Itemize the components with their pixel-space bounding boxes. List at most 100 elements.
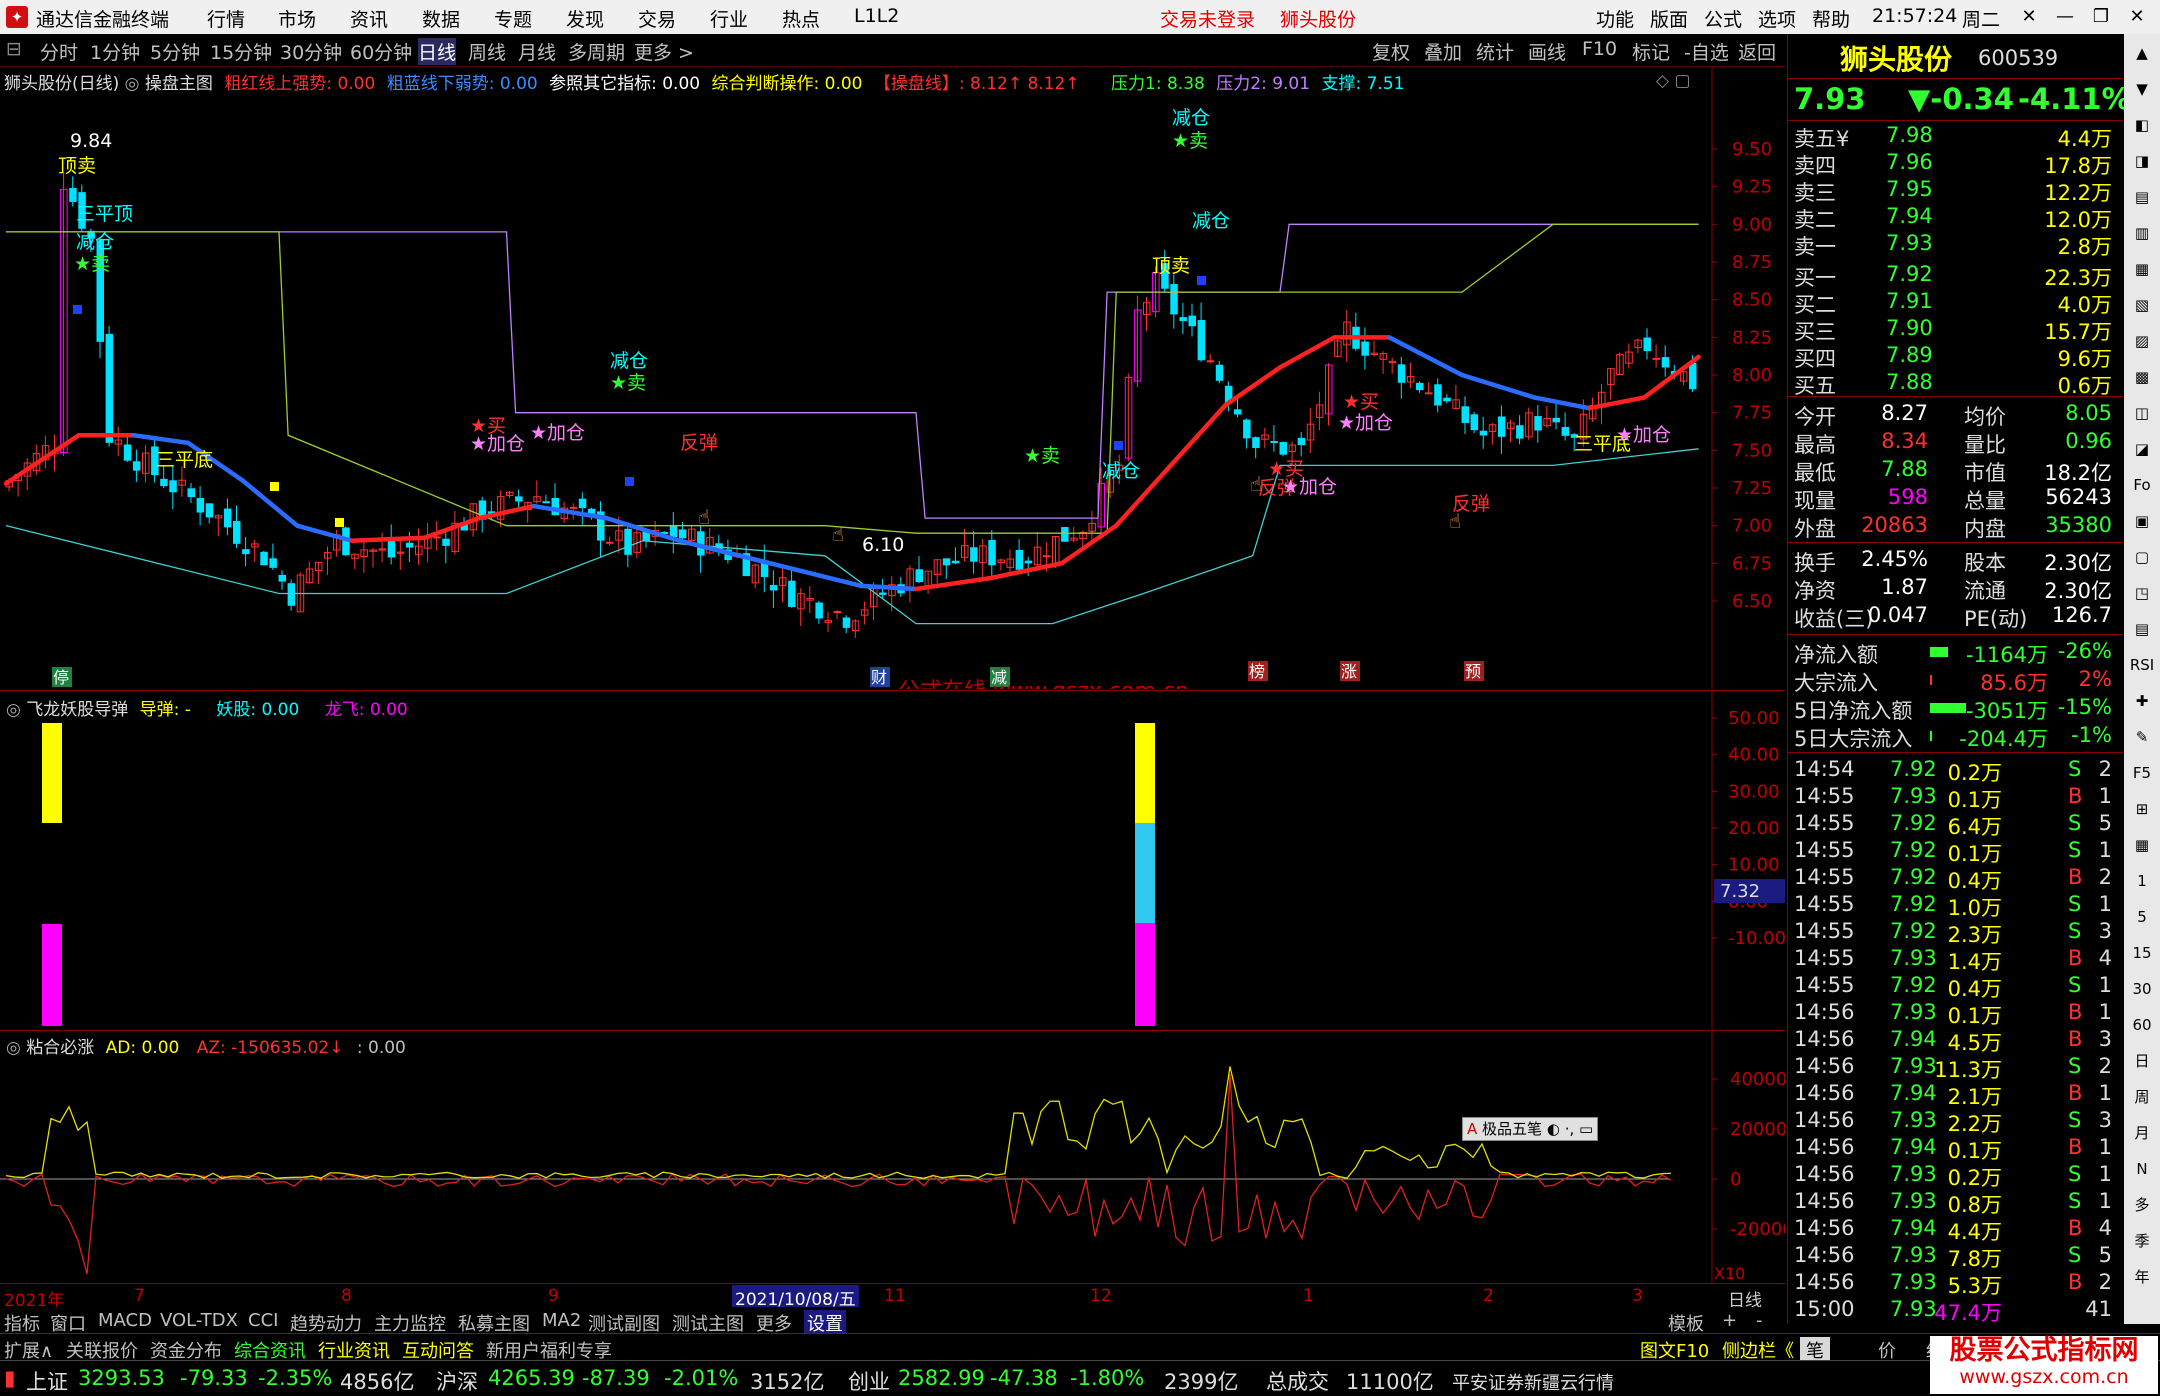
sidebar-tool-icon[interactable]: ▼ (2128, 76, 2156, 102)
sidebar-tool-icon[interactable]: ▣ (2128, 508, 2156, 534)
sidebar-tool-icon[interactable]: 多 (2128, 1192, 2156, 1218)
sidebar-tool-icon[interactable]: 1 (2128, 868, 2156, 894)
sidebar-tool-icon[interactable]: ▩ (2128, 364, 2156, 390)
sidebar-tool-icon[interactable]: ▤ (2128, 184, 2156, 210)
period-intraday[interactable]: 分时 (40, 38, 78, 65)
tab-ma2[interactable]: MA2 (542, 1310, 581, 1331)
tick-list[interactable]: 14:54 7.92 0.2万 S 2 14:55 7.93 0.1万 B 1 14:55 7.92 6… (1788, 752, 2123, 1325)
order-book-row[interactable]: 买三 7.90 15.7万 (1792, 316, 2118, 344)
tab-cci[interactable]: CCI (248, 1310, 278, 1331)
sidebar-tool-icon[interactable]: ✎ (2128, 724, 2156, 750)
menu-item-l1l2[interactable]: L1L2 (854, 5, 899, 27)
period-60min[interactable]: 60分钟 (350, 38, 412, 65)
menu-item-data[interactable]: 数据 (422, 5, 460, 32)
menu-item-hot[interactable]: 热点 (782, 5, 820, 32)
sidebar-tool-icon[interactable]: ▤ (2128, 616, 2156, 642)
order-book-row[interactable]: 买二 7.91 4.0万 (1792, 289, 2118, 317)
btn-draw[interactable]: 画线 (1528, 38, 1566, 65)
sidebar-tool-icon[interactable]: ▧ (2128, 292, 2156, 318)
sidebar-tool-icon[interactable]: ✚ (2128, 688, 2156, 714)
btn-back[interactable]: 返回 (1738, 38, 1776, 65)
sidebar-tool-icon[interactable]: ▨ (2128, 328, 2156, 354)
btn-f10[interactable]: F10 (1582, 38, 1617, 60)
period-more[interactable]: 更多 > (634, 38, 694, 65)
menu-item-options[interactable]: 选项 (1758, 5, 1796, 32)
order-book-row[interactable]: 卖三 7.95 12.2万 (1792, 177, 2118, 205)
sidebar-tool-icon[interactable]: 年 (2128, 1264, 2156, 1290)
ime-toolbar[interactable]: A 极品五笔 ◐ ·, ▭ (1462, 1117, 1599, 1141)
sidebar-tool-icon[interactable]: 60 (2128, 1012, 2156, 1038)
order-book-row[interactable]: 卖四 7.96 17.8万 (1792, 150, 2118, 178)
sidebar-tool-icon[interactable]: ◧ (2128, 112, 2156, 138)
order-book-row[interactable]: 卖二 7.94 12.0万 (1792, 204, 2118, 232)
order-book-row[interactable]: 卖一 7.93 2.8万 (1792, 231, 2118, 259)
menu-item-trade[interactable]: 交易 (638, 5, 676, 32)
tab-macd[interactable]: MACD (98, 1310, 152, 1331)
sidebar-tool-icon[interactable]: Fo (2128, 472, 2156, 498)
btn-mark[interactable]: 标记 (1632, 38, 1670, 65)
missile-indicator-chart[interactable]: ◎ 飞龙妖股导弹 导弹: - 妖股: 0.00 龙飞: 0.00 50.00 40… (0, 690, 1785, 1029)
menu-item-layout[interactable]: 版面 (1650, 5, 1688, 32)
period-daily[interactable]: 日线 (418, 38, 457, 65)
sidebar-tool-icon[interactable]: 周 (2128, 1084, 2156, 1110)
index-sz-label[interactable]: 沪深 (436, 1366, 478, 1396)
close-small-icon[interactable]: ✕ (2012, 4, 2046, 30)
ime-moon-icon[interactable]: ◐ ·, ▭ (1547, 1120, 1593, 1138)
period-15min[interactable]: 15分钟 (210, 38, 272, 65)
period-weekly[interactable]: 周线 (468, 38, 506, 65)
btn-overlay[interactable]: 叠加 (1424, 38, 1462, 65)
sidebar-tool-icon[interactable]: 季 (2128, 1228, 2156, 1254)
period-1min[interactable]: 1分钟 (90, 38, 140, 65)
sidebar-tool-icon[interactable]: ◫ (2128, 400, 2156, 426)
ime-name[interactable]: 极品五笔 (1482, 1120, 1542, 1138)
sidebar-tool-icon[interactable]: 15 (2128, 940, 2156, 966)
sidebar-tool-icon[interactable]: 日 (2128, 1048, 2156, 1074)
btn-adjust[interactable]: 复权 (1372, 38, 1410, 65)
sidebar-tool-icon[interactable]: ▥ (2128, 220, 2156, 246)
restore-icon[interactable]: ❐ (2084, 4, 2118, 30)
period-monthly[interactable]: 月线 (518, 38, 556, 65)
order-book-row[interactable]: 卖五¥ 7.98 4.4万 (1792, 123, 2118, 151)
ime-a-icon[interactable]: A (1467, 1120, 1477, 1138)
sidebar-tool-icon[interactable]: ▲ (2128, 40, 2156, 66)
order-book-row[interactable]: 买四 7.89 9.6万 (1792, 343, 2118, 371)
sidebar-tool-icon[interactable]: ▦ (2128, 832, 2156, 858)
order-book-row[interactable]: 买一 7.92 22.3万 (1792, 262, 2118, 290)
sidebar-tool-icon[interactable]: ◳ (2128, 580, 2156, 606)
sidebar-tool-icon[interactable]: F5 (2128, 760, 2156, 786)
period-5min[interactable]: 5分钟 (150, 38, 200, 65)
sidebar-tool-icon[interactable]: 5 (2128, 904, 2156, 930)
trade-login-status[interactable]: 交易未登录 (1160, 5, 1255, 32)
adhesion-indicator-chart[interactable]: ◎ 粘合必涨 AD: 0.00 AZ: -150635.02↓ : 0.00 4… (0, 1030, 1785, 1284)
period-multi[interactable]: 多周期 (568, 38, 625, 65)
menu-item-exchange[interactable]: 市场 (278, 5, 316, 32)
menu-item-formula[interactable]: 公式 (1704, 5, 1742, 32)
toolbar-collapse-icon[interactable]: ⊟ (6, 38, 22, 60)
sidebar-tool-icon[interactable]: 月 (2128, 1120, 2156, 1146)
quote-stock-name[interactable]: 狮头股份 (1840, 38, 1952, 78)
btn-stats[interactable]: 统计 (1476, 38, 1514, 65)
menu-item-topics[interactable]: 专题 (494, 5, 532, 32)
tab-vol-tdx[interactable]: VOL-TDX (160, 1310, 238, 1331)
period-30min[interactable]: 30分钟 (280, 38, 342, 65)
sidebar-tool-icon[interactable]: ▦ (2128, 256, 2156, 282)
sidebar-tool-icon[interactable]: 30 (2128, 976, 2156, 1002)
index-sh-label[interactable]: 上证 (26, 1366, 68, 1396)
index-cy-label[interactable]: 创业 (848, 1366, 890, 1396)
menu-item-market[interactable]: 行情 (207, 5, 245, 32)
sidebar-tool-icon[interactable]: N (2128, 1156, 2156, 1182)
minimize-icon[interactable]: — (2048, 4, 2082, 30)
tab-add[interactable]: + (1722, 1310, 1737, 1331)
sidebar-tool-icon[interactable]: ▢ (2128, 544, 2156, 570)
tab-remove[interactable]: - (1756, 1310, 1763, 1331)
menu-item-function[interactable]: 功能 (1596, 5, 1634, 32)
menu-item-discover[interactable]: 发现 (566, 5, 604, 32)
sidebar-tool-icon[interactable]: RSI (2128, 652, 2156, 678)
btn-unwatch[interactable]: -自选 (1684, 38, 1729, 65)
menu-item-news[interactable]: 资讯 (350, 5, 388, 32)
menu-item-help[interactable]: 帮助 (1812, 5, 1850, 32)
main-kline-chart[interactable]: 狮头股份(日线) ◎ 操盘主图 粗红线上强势: 0.00 粗蓝线下弱势: 0.0… (0, 67, 1785, 689)
menu-item-industry[interactable]: 行业 (710, 5, 748, 32)
close-icon[interactable]: ✕ (2120, 4, 2154, 30)
order-book-row[interactable]: 买五 7.88 0.6万 (1792, 370, 2118, 398)
